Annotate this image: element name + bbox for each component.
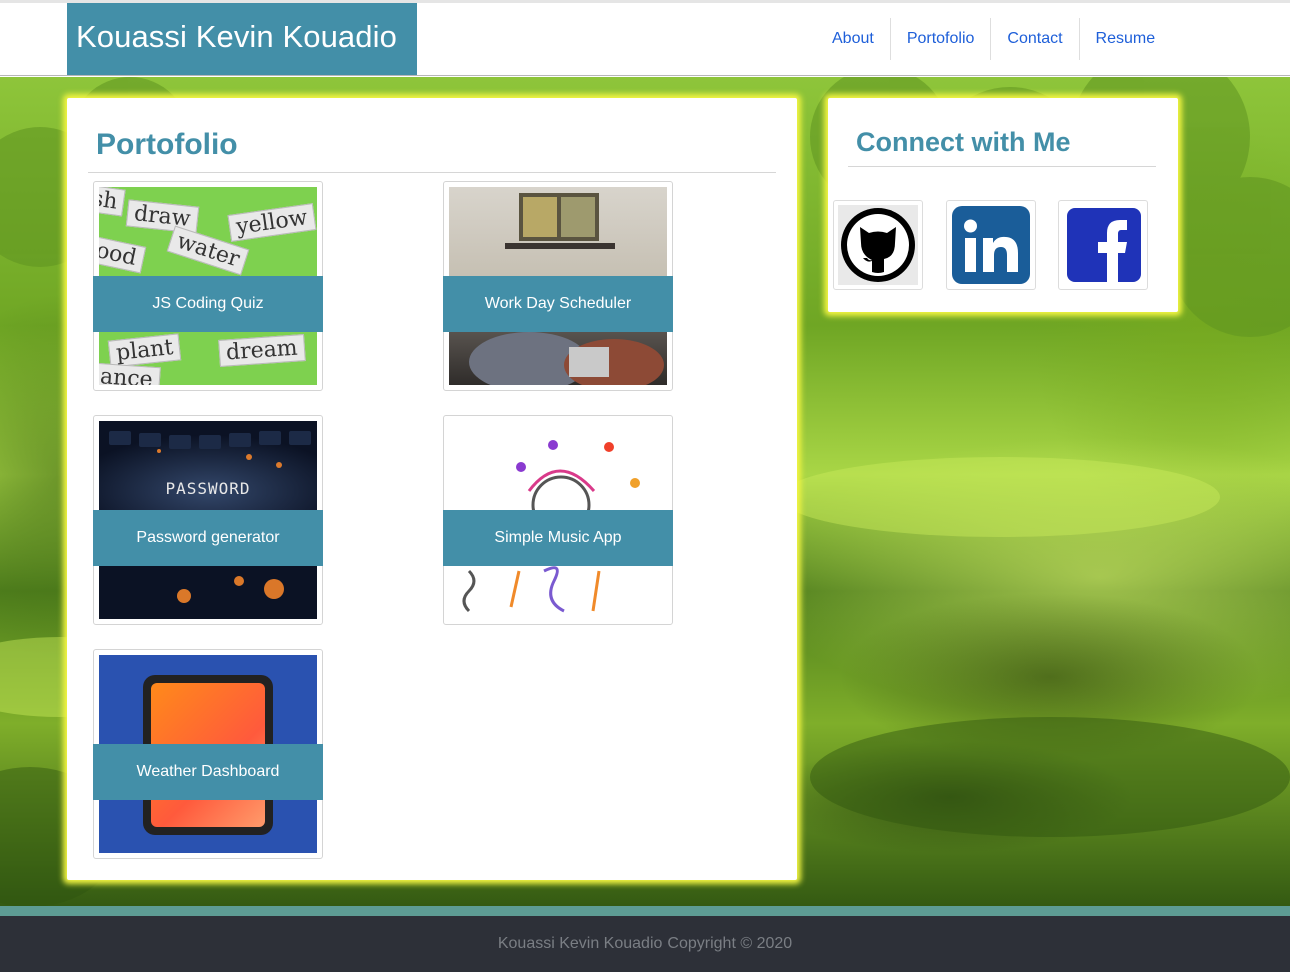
facebook-link[interactable] — [1058, 200, 1148, 290]
project-card-password-generator[interactable]: PASSWORD Password generator — [93, 415, 323, 625]
footer-stripe — [0, 906, 1290, 916]
quiz-word: dream — [218, 334, 306, 367]
footer-copyright: Copyright © 2020 — [667, 935, 793, 952]
site-footer: Kouassi Kevin Kouadio Copyright © 2020 — [0, 916, 1290, 972]
quiz-word: draw — [125, 199, 199, 234]
connect-panel: Connect with Me — [828, 98, 1178, 312]
quiz-word: ance — [99, 362, 161, 385]
main-nav: About Portofolio Contact Resume — [816, 18, 1171, 60]
facebook-icon — [1067, 208, 1141, 283]
nav-link-contact[interactable]: Contact — [990, 18, 1078, 60]
connect-divider — [848, 166, 1156, 167]
site-header: Kouassi Kevin Kouadio About Portofolio C… — [0, 3, 1290, 76]
portfolio-divider — [88, 172, 776, 173]
connect-heading: Connect with Me — [856, 127, 1071, 157]
github-link[interactable] — [833, 200, 923, 290]
quiz-word: yellow — [227, 203, 317, 242]
password-thumb-text: PASSWORD — [165, 479, 251, 498]
linkedin-icon — [952, 206, 1030, 284]
project-title[interactable]: Weather Dashboard — [93, 744, 323, 800]
project-card-simple-music-app[interactable]: Simple Music App — [443, 415, 673, 625]
project-title[interactable]: Work Day Scheduler — [443, 276, 673, 332]
github-icon — [838, 205, 918, 285]
nav-link-resume[interactable]: Resume — [1078, 18, 1172, 60]
nav-link-about[interactable]: About — [816, 18, 890, 60]
nav-link-portfolio[interactable]: Portofolio — [889, 18, 991, 60]
project-title[interactable]: Simple Music App — [443, 510, 673, 566]
site-brand[interactable]: Kouassi Kevin Kouadio — [67, 3, 417, 75]
quiz-word: ood — [99, 235, 146, 274]
footer-name: Kouassi Kevin Kouadio — [497, 935, 663, 952]
linkedin-link[interactable] — [946, 200, 1036, 290]
project-card-js-coding-quiz[interactable]: sh draw yellow water ood plant dream anc… — [93, 181, 323, 391]
quiz-word: sh — [99, 187, 127, 217]
portfolio-heading: Portofolio — [96, 128, 238, 161]
quiz-word: plant — [107, 333, 182, 368]
project-title[interactable]: Password generator — [93, 510, 323, 566]
project-title[interactable]: JS Coding Quiz — [93, 276, 323, 332]
project-card-weather-dashboard[interactable]: Weather Dashboard — [93, 649, 323, 859]
project-card-work-day-scheduler[interactable]: Work Day Scheduler — [443, 181, 673, 391]
portfolio-panel: Portofolio sh draw yellow water ood plan… — [67, 98, 797, 880]
